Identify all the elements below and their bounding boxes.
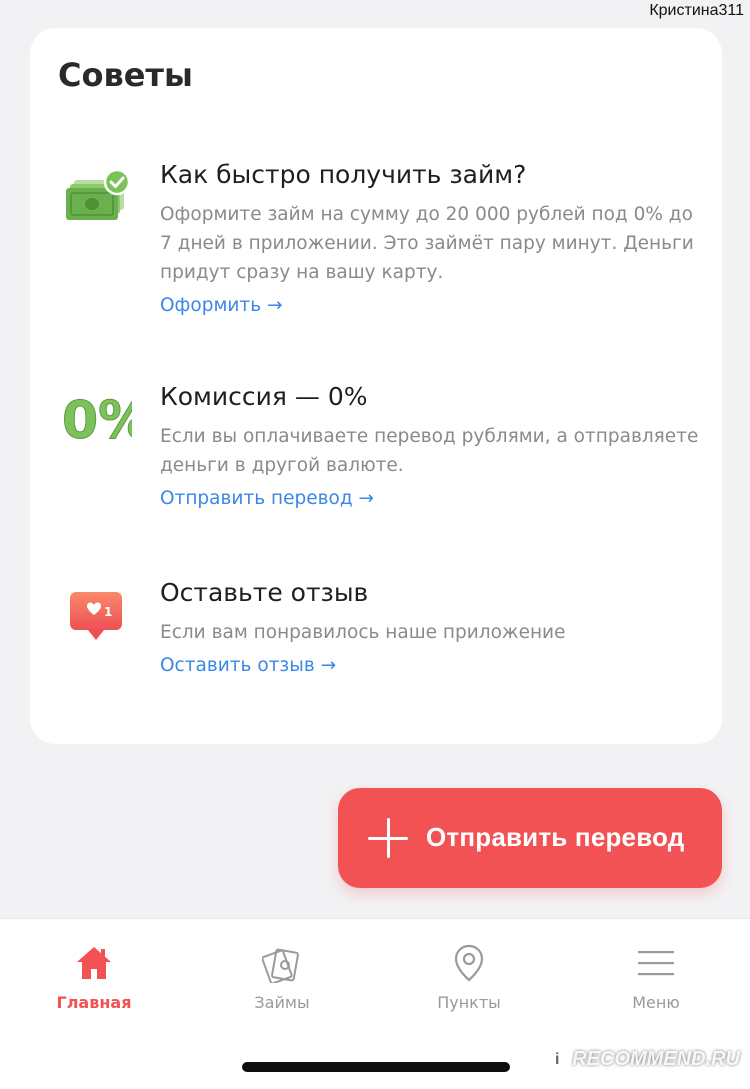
leave-review-link[interactable]: Оставить отзыв → <box>160 655 336 676</box>
home-icon <box>77 947 111 979</box>
send-transfer-link[interactable]: Отправить перевод → <box>160 488 374 509</box>
tab-menu[interactable]: Меню <box>576 943 736 1012</box>
tab-home[interactable]: Главная <box>14 943 174 1012</box>
location-pin-icon <box>454 944 484 982</box>
tab-label: Главная <box>56 993 132 1012</box>
tip-heading: Комиссия — 0% <box>160 382 368 411</box>
tips-card: Советы Как быстро получить займ? Оформит… <box>30 28 722 744</box>
send-transfer-button[interactable]: Отправить перевод <box>338 788 722 888</box>
like-count: 1 <box>104 605 112 619</box>
watermark-text: RECOMMEND.RU <box>572 1048 740 1070</box>
tip-text: Если вам понравилось наше приложение <box>160 622 566 643</box>
tab-points[interactable]: Пункты <box>389 943 549 1012</box>
plus-icon <box>368 818 408 858</box>
send-transfer-button-label: Отправить перевод <box>426 822 685 852</box>
apply-loan-link[interactable]: Оформить → <box>160 295 282 316</box>
tip-heading: Как быстро получить займ? <box>160 160 527 189</box>
tab-label: Пункты <box>437 993 501 1012</box>
money-icon <box>262 948 299 983</box>
menu-icon <box>638 951 674 976</box>
tip-text: Оформите займ на сумму до 20 000 рублей … <box>160 204 694 283</box>
tab-label: Займы <box>254 993 310 1012</box>
tip-heading: Оставьте отзыв <box>160 578 369 607</box>
watermark: i RECOMMEND.RU <box>546 1048 740 1071</box>
tip-text: Если вы оплачиваете перевод рублями, а о… <box>160 426 699 476</box>
money-check-icon <box>62 164 132 234</box>
home-indicator <box>242 1062 510 1072</box>
watermark-badge: i <box>546 1049 569 1071</box>
watermark-username: Кристина311 <box>649 2 744 19</box>
tab-label: Меню <box>632 993 680 1012</box>
like-notification-icon: 1 <box>62 584 132 654</box>
card-title: Советы <box>58 56 193 94</box>
zero-percent-icon: 0% <box>62 388 151 458</box>
tab-loans[interactable]: Займы <box>202 943 362 1012</box>
zero-digit: 0% <box>62 391 132 451</box>
